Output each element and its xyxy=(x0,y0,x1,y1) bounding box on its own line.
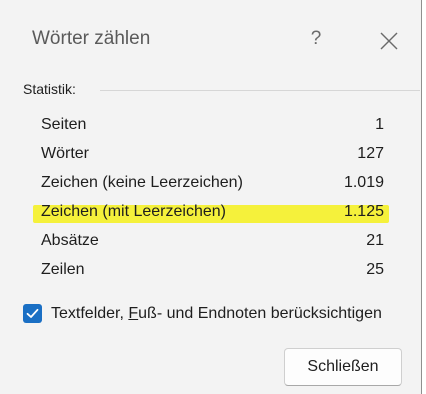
stat-row-chars-no-spaces: Zeichen (keine Leerzeichen) 1.019 xyxy=(0,170,421,199)
label-part1: Textfelder, xyxy=(51,305,129,322)
stat-value: 25 xyxy=(366,261,384,278)
include-textboxes-label[interactable]: Textfelder, Fuß- und Endnoten berücksich… xyxy=(51,305,382,323)
stat-label: Absätze xyxy=(41,232,99,249)
label-access-key: F xyxy=(128,305,139,322)
stat-label: Zeichen (keine Leerzeichen) xyxy=(41,174,243,191)
stat-label: Zeichen (mit Leerzeichen) xyxy=(41,203,226,220)
include-textboxes-option[interactable]: Textfelder, Fuß- und Endnoten berücksich… xyxy=(23,302,421,326)
stat-label: Zeilen xyxy=(41,261,85,278)
stat-row-words: Wörter 127 xyxy=(0,141,421,170)
help-button[interactable]: ? xyxy=(302,25,330,53)
stat-row-pages: Seiten 1 xyxy=(0,112,421,141)
statistics-list: Seiten 1 Wörter 127 Zeichen (keine Leerz… xyxy=(0,112,421,286)
include-textboxes-checkbox[interactable] xyxy=(23,304,42,323)
stat-value: 1 xyxy=(375,116,384,133)
dialog-title: Wörter zählen xyxy=(32,28,151,49)
stat-label: Seiten xyxy=(41,116,87,133)
stat-row-paragraphs: Absätze 21 xyxy=(0,228,421,257)
statistics-group-label: Statistik: xyxy=(23,81,79,97)
stat-value: 1.125 xyxy=(343,203,384,220)
stat-value: 127 xyxy=(357,145,384,162)
word-count-dialog: Wörter zählen ? Statistik: Seiten 1 Wört… xyxy=(0,0,422,394)
title-bar: Wörter zählen ? xyxy=(0,0,421,78)
stat-value: 21 xyxy=(366,232,384,249)
stat-row-chars-with-spaces: Zeichen (mit Leerzeichen) 1.125 xyxy=(0,199,421,228)
close-icon[interactable] xyxy=(374,26,404,56)
stat-row-lines: Zeilen 25 xyxy=(0,257,421,286)
stat-value: 1.019 xyxy=(343,174,384,191)
label-part2: uß- und Endnoten berücksichtigen xyxy=(138,305,382,322)
group-divider xyxy=(100,90,420,91)
checkmark-icon xyxy=(26,308,39,318)
stat-label: Wörter xyxy=(41,145,89,162)
close-button[interactable]: Schließen xyxy=(284,348,402,386)
